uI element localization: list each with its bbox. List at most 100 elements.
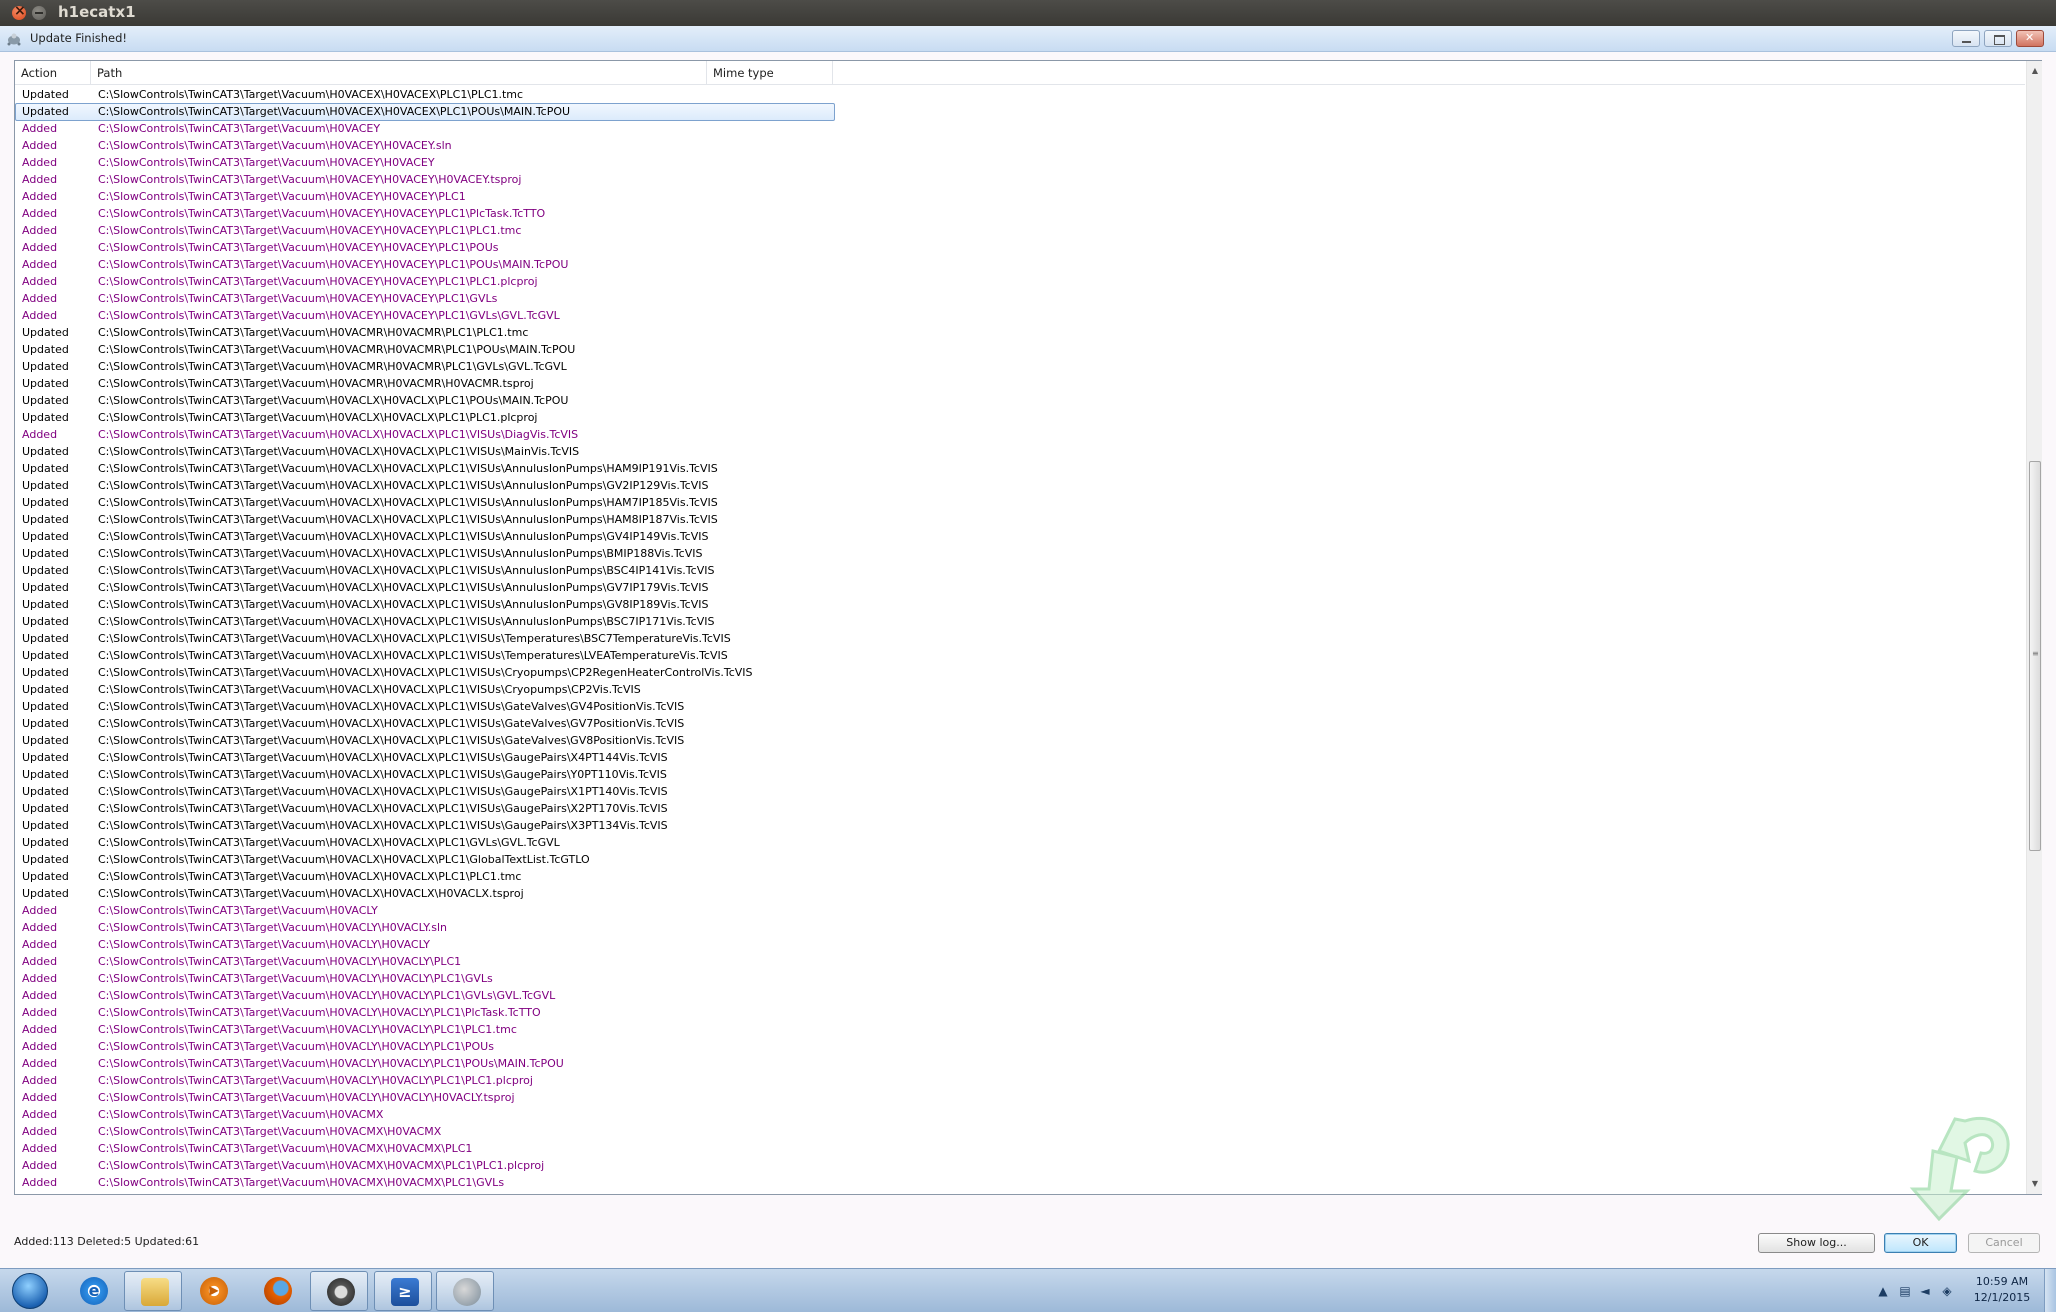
list-row[interactable]: Updated C:\SlowControls\TwinCAT3\Target\V… (15, 494, 2025, 511)
media-player-taskbar-button[interactable] (184, 1271, 242, 1311)
list-row[interactable]: Updated C:\SlowControls\TwinCAT3\Target\V… (15, 562, 2025, 579)
list-row[interactable]: Added C:\SlowControls\TwinCAT3\Target\Vac… (15, 205, 2025, 222)
list-row[interactable]: Added C:\SlowControls\TwinCAT3\Target\Vac… (15, 1089, 2025, 1106)
list-row[interactable]: Updated C:\SlowControls\TwinCAT3\Target\V… (15, 868, 2025, 885)
list-row[interactable]: Updated C:\SlowControls\TwinCAT3\Target\V… (15, 528, 2025, 545)
list-row[interactable]: Added C:\SlowControls\TwinCAT3\Target\Vac… (15, 239, 2025, 256)
list-row[interactable]: Updated C:\SlowControls\TwinCAT3\Target\V… (15, 783, 2025, 800)
list-row[interactable]: Added C:\SlowControls\TwinCAT3\Target\Vac… (15, 1021, 2025, 1038)
list-row[interactable]: Updated C:\SlowControls\TwinCAT3\Target\V… (15, 766, 2025, 783)
file-explorer-taskbar-button[interactable] (124, 1271, 182, 1311)
list-row[interactable]: Added C:\SlowControls\TwinCAT3\Target\Vac… (15, 1140, 2025, 1157)
list-row[interactable]: Updated C:\SlowControls\TwinCAT3\Target\V… (15, 409, 2025, 426)
update-results-list[interactable]: Action Path Mime type Updated C:\SlowCont… (14, 60, 2042, 1195)
powershell-taskbar-button[interactable] (374, 1271, 432, 1311)
list-row[interactable]: Added C:\SlowControls\TwinCAT3\Target\Vac… (15, 1123, 2025, 1140)
list-row[interactable]: Updated C:\SlowControls\TwinCAT3\Target\V… (15, 341, 2025, 358)
list-row[interactable]: Added C:\SlowControls\TwinCAT3\Target\Vac… (15, 936, 2025, 953)
list-row[interactable]: Updated C:\SlowControls\TwinCAT3\Target\V… (15, 86, 2025, 103)
list-row[interactable]: Added C:\SlowControls\TwinCAT3\Target\Vac… (15, 1106, 2025, 1123)
window-minimize-icon[interactable] (32, 6, 46, 20)
list-row[interactable]: Updated C:\SlowControls\TwinCAT3\Target\V… (15, 324, 2025, 341)
start-button[interactable] (4, 1270, 56, 1312)
firefox-taskbar-button[interactable] (248, 1271, 306, 1311)
list-row[interactable]: Added C:\SlowControls\TwinCAT3\Target\Vac… (15, 290, 2025, 307)
list-row[interactable]: Updated C:\SlowControls\TwinCAT3\Target\V… (15, 545, 2025, 562)
maximize-button[interactable] (1984, 30, 2012, 47)
list-row[interactable]: Updated C:\SlowControls\TwinCAT3\Target\V… (15, 698, 2025, 715)
list-row[interactable]: Added C:\SlowControls\TwinCAT3\Target\Vac… (15, 987, 2025, 1004)
list-row[interactable]: Updated C:\SlowControls\TwinCAT3\Target\V… (15, 511, 2025, 528)
ok-button[interactable]: OK (1884, 1233, 1957, 1253)
list-row[interactable]: Added C:\SlowControls\TwinCAT3\Target\Vac… (15, 1004, 2025, 1021)
scroll-down-arrow-icon[interactable]: ▼ (2027, 1176, 2043, 1192)
list-row[interactable]: Added C:\SlowControls\TwinCAT3\Target\Vac… (15, 1072, 2025, 1089)
internet-explorer-taskbar-button[interactable] (64, 1271, 122, 1311)
vertical-scrollbar[interactable]: ▲ ≡ ▼ (2026, 61, 2042, 1194)
window-close-icon[interactable] (12, 3, 26, 20)
list-row[interactable]: Updated C:\SlowControls\TwinCAT3\Target\V… (15, 596, 2025, 613)
list-row[interactable]: Updated C:\SlowControls\TwinCAT3\Target\V… (15, 647, 2025, 664)
list-row[interactable]: Updated C:\SlowControls\TwinCAT3\Target\V… (15, 851, 2025, 868)
cancel-button[interactable]: Cancel (1968, 1233, 2040, 1253)
list-row[interactable]: Added C:\SlowControls\TwinCAT3\Target\Vac… (15, 919, 2025, 936)
list-row[interactable]: Added C:\SlowControls\TwinCAT3\Target\Vac… (15, 307, 2025, 324)
volume-icon[interactable]: ◄ (1918, 1284, 1932, 1298)
scroll-up-arrow-icon[interactable]: ▲ (2027, 63, 2043, 79)
list-row[interactable]: Updated C:\SlowControls\TwinCAT3\Target\V… (15, 732, 2025, 749)
list-row[interactable]: Added C:\SlowControls\TwinCAT3\Target\Vac… (15, 154, 2025, 171)
list-row[interactable]: Updated C:\SlowControls\TwinCAT3\Target\V… (15, 103, 2025, 121)
column-header-path[interactable]: Path (91, 61, 707, 85)
list-row[interactable]: Updated C:\SlowControls\TwinCAT3\Target\V… (15, 834, 2025, 851)
clock[interactable]: 10:59 AM 12/1/2015 (1972, 1274, 2032, 1306)
list-row[interactable]: Added C:\SlowControls\TwinCAT3\Target\Vac… (15, 1157, 2025, 1174)
row-path: C:\SlowControls\TwinCAT3\Target\Vacuum\H… (98, 989, 556, 1002)
list-row[interactable]: Added C:\SlowControls\TwinCAT3\Target\Vac… (15, 222, 2025, 239)
list-row[interactable]: Added C:\SlowControls\TwinCAT3\Target\Vac… (15, 188, 2025, 205)
list-row[interactable]: Updated C:\SlowControls\TwinCAT3\Target\V… (15, 460, 2025, 477)
list-row[interactable]: Added C:\SlowControls\TwinCAT3\Target\Vac… (15, 1174, 2025, 1191)
twincat-taskbar-button[interactable] (310, 1271, 368, 1311)
list-row[interactable]: Updated C:\SlowControls\TwinCAT3\Target\V… (15, 681, 2025, 698)
list-row[interactable]: Added C:\SlowControls\TwinCAT3\Target\Vac… (15, 902, 2025, 919)
list-row[interactable]: Added C:\SlowControls\TwinCAT3\Target\Vac… (15, 171, 2025, 188)
minimize-button[interactable] (1952, 30, 1980, 47)
list-row[interactable]: Added C:\SlowControls\TwinCAT3\Target\Vac… (15, 273, 2025, 290)
list-row[interactable]: Updated C:\SlowControls\TwinCAT3\Target\V… (15, 375, 2025, 392)
security-shield-icon[interactable]: ◈ (1940, 1284, 1954, 1298)
list-row[interactable]: Added C:\SlowControls\TwinCAT3\Target\Vac… (15, 970, 2025, 987)
network-icon[interactable]: ▤ (1898, 1284, 1912, 1298)
list-row[interactable]: Updated C:\SlowControls\TwinCAT3\Target\V… (15, 664, 2025, 681)
list-row[interactable]: Updated C:\SlowControls\TwinCAT3\Target\V… (15, 817, 2025, 834)
list-row[interactable]: Updated C:\SlowControls\TwinCAT3\Target\V… (15, 392, 2025, 409)
list-row[interactable]: Added C:\SlowControls\TwinCAT3\Target\Vac… (15, 120, 2025, 137)
list-row[interactable]: Updated C:\SlowControls\TwinCAT3\Target\V… (15, 358, 2025, 375)
row-action: Updated (22, 785, 69, 798)
scrollbar-thumb[interactable]: ≡ (2029, 461, 2041, 851)
list-row[interactable]: Added C:\SlowControls\TwinCAT3\Target\Vac… (15, 256, 2025, 273)
list-row[interactable]: Added C:\SlowControls\TwinCAT3\Target\Vac… (15, 953, 2025, 970)
show-log-button[interactable]: Show log... (1758, 1233, 1875, 1253)
row-path: C:\SlowControls\TwinCAT3\Target\Vacuum\H… (98, 751, 668, 764)
column-header-mime-type[interactable]: Mime type (707, 61, 833, 85)
list-row[interactable]: Updated C:\SlowControls\TwinCAT3\Target\V… (15, 579, 2025, 596)
list-row[interactable]: Updated C:\SlowControls\TwinCAT3\Target\V… (15, 443, 2025, 460)
list-row[interactable]: Updated C:\SlowControls\TwinCAT3\Target\V… (15, 630, 2025, 647)
list-row[interactable]: Added C:\SlowControls\TwinCAT3\Target\Vac… (15, 1055, 2025, 1072)
row-path: C:\SlowControls\TwinCAT3\Target\Vacuum\H… (98, 785, 668, 798)
list-row[interactable]: Added C:\SlowControls\TwinCAT3\Target\Vac… (15, 426, 2025, 443)
list-row[interactable]: Updated C:\SlowControls\TwinCAT3\Target\V… (15, 885, 2025, 902)
list-row[interactable]: Updated C:\SlowControls\TwinCAT3\Target\V… (15, 477, 2025, 494)
close-button[interactable] (2016, 30, 2044, 47)
list-row[interactable]: Updated C:\SlowControls\TwinCAT3\Target\V… (15, 749, 2025, 766)
show-hidden-icons-icon[interactable]: ▲ (1876, 1284, 1890, 1298)
list-row[interactable]: Updated C:\SlowControls\TwinCAT3\Target\V… (15, 800, 2025, 817)
show-desktop-button[interactable] (2044, 1269, 2056, 1312)
column-header-action[interactable]: Action (15, 61, 91, 85)
row-path: C:\SlowControls\TwinCAT3\Target\Vacuum\H… (98, 462, 718, 475)
list-row[interactable]: Updated C:\SlowControls\TwinCAT3\Target\V… (15, 613, 2025, 630)
list-row[interactable]: Added C:\SlowControls\TwinCAT3\Target\Vac… (15, 137, 2025, 154)
list-row[interactable]: Added C:\SlowControls\TwinCAT3\Target\Vac… (15, 1038, 2025, 1055)
tortoisesvn-taskbar-button[interactable] (436, 1271, 494, 1311)
list-row[interactable]: Updated C:\SlowControls\TwinCAT3\Target\V… (15, 715, 2025, 732)
